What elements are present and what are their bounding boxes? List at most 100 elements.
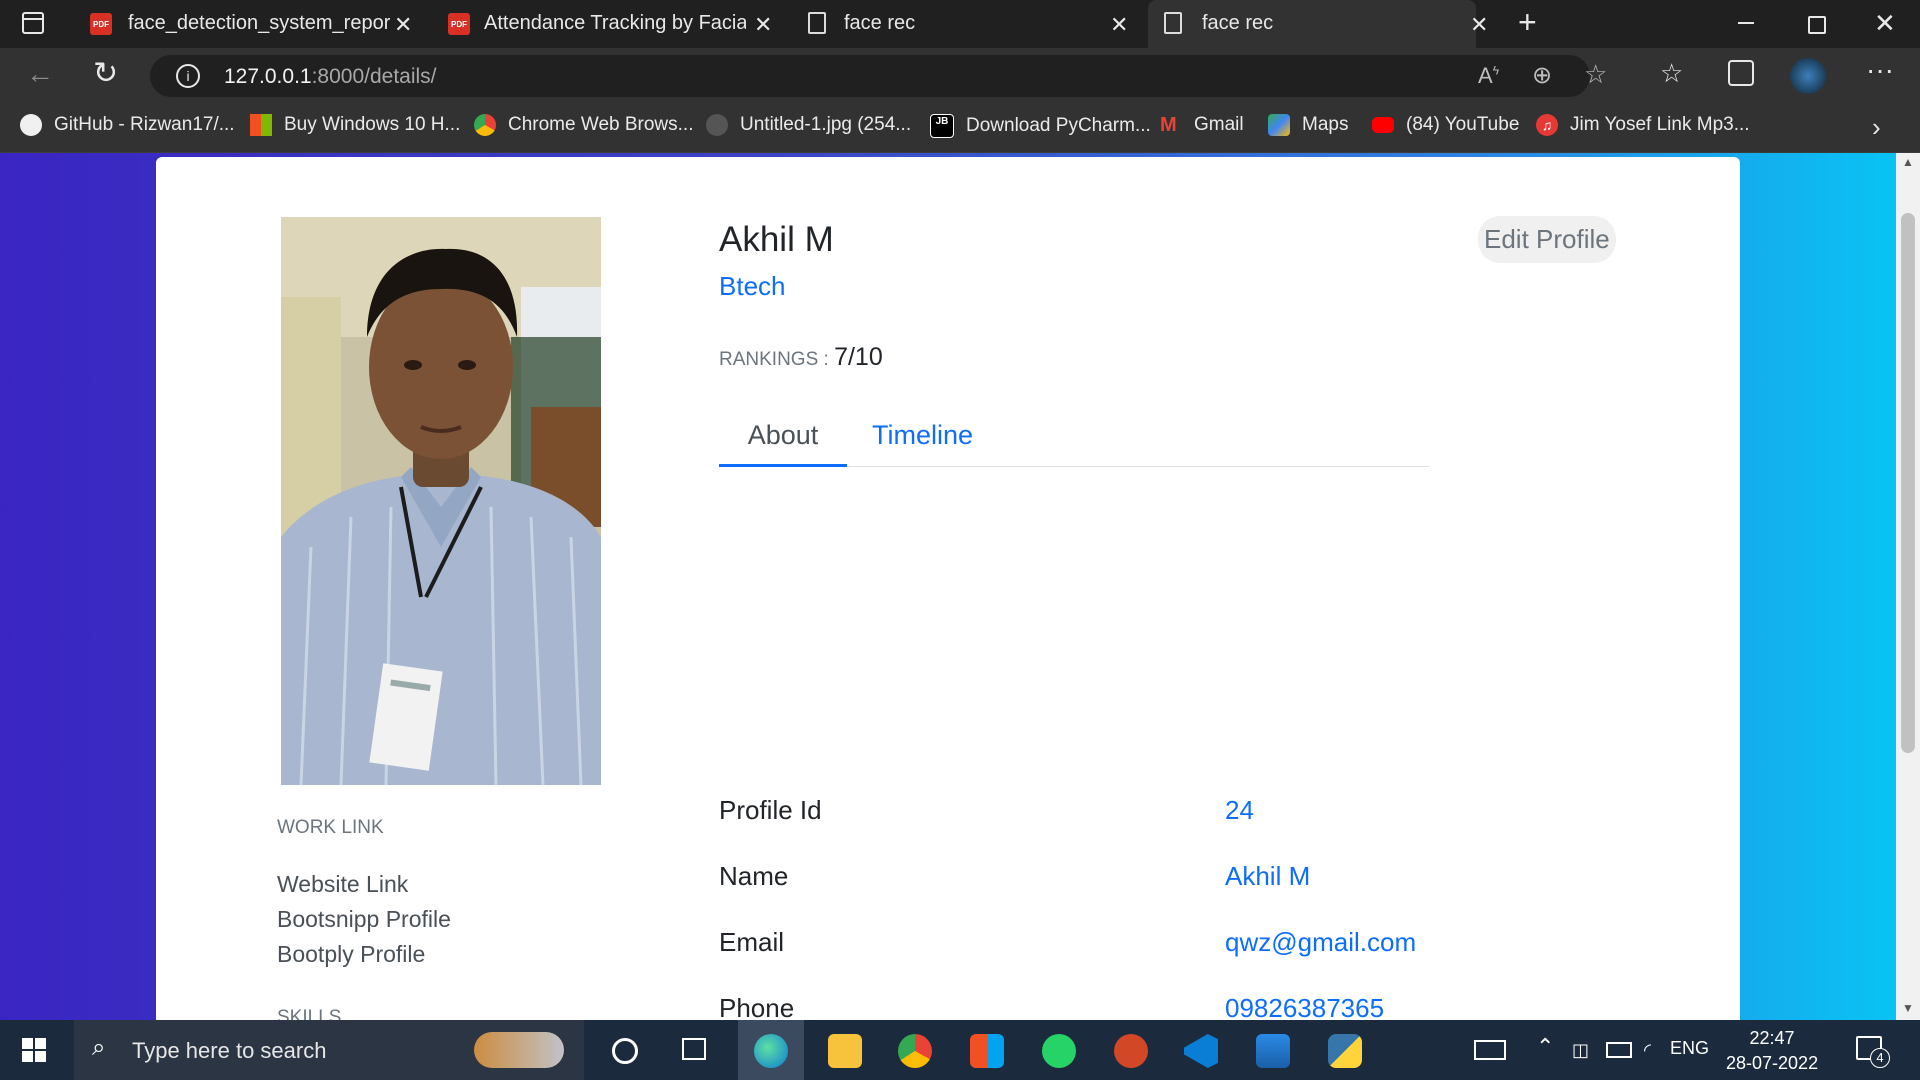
minimize-icon[interactable] <box>1738 22 1754 24</box>
chrome-icon[interactable] <box>898 1034 932 1068</box>
photos-icon[interactable] <box>1256 1034 1290 1068</box>
close-tab-icon[interactable]: ✕ <box>1110 12 1128 38</box>
collections-icon[interactable] <box>1728 60 1754 86</box>
browser-tab-active[interactable]: face rec ✕ <box>1148 0 1488 48</box>
clock[interactable]: 22:47 28-07-2022 <box>1726 1026 1818 1076</box>
bookmark-item[interactable]: (84) YouTube <box>1372 114 1519 136</box>
pdf-icon: PDF <box>90 13 112 35</box>
search-icon: ⌕ <box>92 1034 106 1061</box>
read-aloud-icon[interactable]: Aϟ <box>1478 63 1499 89</box>
page-scrollbar[interactable]: ▲ ▼ <box>1896 153 1920 1020</box>
close-tab-icon[interactable]: ✕ <box>1470 12 1488 38</box>
detail-label: Email <box>719 927 785 957</box>
language-indicator[interactable]: ENG <box>1670 1038 1709 1059</box>
jetbrains-icon: JB <box>930 114 954 138</box>
scroll-thumb[interactable] <box>1901 213 1915 753</box>
work-link-title: WORK LINK <box>277 817 384 838</box>
bookmark-item[interactable]: Chrome Web Brows... <box>474 114 693 136</box>
rankings-label: RANKINGS : <box>719 349 835 370</box>
page-background: Akhil M Btech RANKINGS : 7/10 Edit Profi… <box>0 153 1920 1020</box>
profile-name: Akhil M <box>719 220 834 259</box>
close-tab-icon[interactable]: ✕ <box>754 12 772 38</box>
back-arrow-icon[interactable]: ← <box>26 58 54 90</box>
refresh-icon[interactable]: ↻ <box>93 56 118 91</box>
chevron-right-icon[interactable]: › <box>1872 112 1881 143</box>
search-highlight-icon <box>474 1032 564 1068</box>
bookmark-item[interactable]: Maps <box>1268 114 1348 136</box>
detail-value: 09826387365 <box>1225 993 1385 1020</box>
tab-about[interactable]: About <box>719 414 847 467</box>
profile-photo <box>281 217 601 785</box>
profile-tabs: About Timeline <box>719 414 1429 467</box>
file-explorer-icon[interactable] <box>828 1034 862 1068</box>
profile-avatar[interactable] <box>1790 58 1826 94</box>
bookmark-item[interactable]: GitHub - Rizwan17/... <box>20 114 235 136</box>
profile-card: Akhil M Btech RANKINGS : 7/10 Edit Profi… <box>156 157 1740 1020</box>
scroll-up-icon[interactable]: ▲ <box>1902 155 1914 169</box>
music-icon: ♫ <box>1536 114 1558 136</box>
browser-tab[interactable]: PDF Attendance Tracking by Facial Re ✕ <box>432 0 780 48</box>
taskbar-search[interactable]: ⌕ Type here to search <box>74 1020 584 1080</box>
zoom-icon[interactable]: ⊕ <box>1532 61 1552 90</box>
document-icon <box>808 12 826 34</box>
bootply-link[interactable]: Bootply Profile <box>277 941 425 968</box>
tab-actions-icon[interactable] <box>22 12 44 34</box>
add-favorite-icon[interactable]: ☆ <box>1584 59 1607 90</box>
site-info-icon[interactable]: i <box>176 64 200 88</box>
clock-time: 22:47 <box>1749 1028 1795 1048</box>
meet-icon[interactable]: ◫ <box>1572 1040 1589 1061</box>
website-link[interactable]: Website Link <box>277 871 408 898</box>
close-window-icon[interactable]: ✕ <box>1874 8 1896 39</box>
bookmarks-bar: GitHub - Rizwan17/... Buy Windows 10 H..… <box>0 104 1920 153</box>
cortana-icon[interactable] <box>612 1038 638 1064</box>
powerpoint-icon[interactable] <box>1114 1034 1148 1068</box>
close-tab-icon[interactable]: ✕ <box>394 12 412 38</box>
chrome-icon <box>474 114 496 136</box>
vscode-icon[interactable] <box>1184 1034 1218 1068</box>
bootsnipp-link[interactable]: Bootsnipp Profile <box>277 906 451 933</box>
address-bar[interactable]: i 127.0.0.1:8000/details/ Aϟ ⊕ ☆ <box>150 55 1607 97</box>
detail-value: Akhil M <box>1225 861 1311 891</box>
bookmark-item[interactable]: Buy Windows 10 H... <box>250 114 460 136</box>
search-placeholder: Type here to search <box>132 1038 327 1063</box>
url-text[interactable]: 127.0.0.1:8000/details/ <box>224 65 437 89</box>
edge-icon[interactable] <box>754 1034 788 1068</box>
document-icon <box>1164 12 1182 34</box>
bookmark-item[interactable]: JB Download PyCharm... <box>930 114 1151 138</box>
rankings: RANKINGS : 7/10 <box>719 343 883 372</box>
clock-date: 28-07-2022 <box>1726 1053 1819 1073</box>
tab-timeline[interactable]: Timeline <box>872 414 973 456</box>
profile-degree: Btech <box>719 271 786 301</box>
taskbar: ⌕ Type here to search ⌃ ◫ ◜ ENG 22:47 28… <box>0 1020 1920 1080</box>
start-button[interactable] <box>22 1038 46 1062</box>
chevron-up-icon[interactable]: ⌃ <box>1536 1034 1554 1060</box>
restore-icon[interactable] <box>1808 16 1826 34</box>
wifi-icon[interactable]: ◜ <box>1644 1040 1651 1061</box>
gmail-icon: M <box>1160 114 1177 136</box>
new-tab-icon[interactable]: + <box>1518 4 1537 41</box>
edit-profile-button[interactable]: Edit Profile <box>1478 216 1616 263</box>
favorites-icon[interactable]: ☆ <box>1660 58 1683 89</box>
bookmark-item[interactable]: Untitled-1.jpg (254... <box>706 114 911 136</box>
scroll-down-icon[interactable]: ▼ <box>1902 1001 1914 1015</box>
detail-label: Name <box>719 861 789 891</box>
battery-icon[interactable] <box>1606 1042 1632 1058</box>
detail-label: Phone <box>719 993 795 1020</box>
browser-tab[interactable]: face rec ✕ <box>792 0 1140 48</box>
more-options-icon[interactable]: ··· <box>1866 54 1894 86</box>
maps-icon <box>1268 114 1290 136</box>
bookmark-item[interactable]: M Gmail <box>1160 114 1244 136</box>
python-icon[interactable] <box>1328 1034 1362 1068</box>
windows-logo-icon <box>250 114 272 136</box>
photopea-icon <box>706 114 728 136</box>
news-icon[interactable] <box>1474 1040 1506 1060</box>
store-icon[interactable] <box>970 1034 1004 1068</box>
rankings-value: 7/10 <box>834 343 883 371</box>
task-view-icon[interactable] <box>682 1038 706 1060</box>
skills-title: SKILLS <box>277 1007 342 1020</box>
whatsapp-icon[interactable] <box>1042 1034 1076 1068</box>
github-icon <box>20 114 42 136</box>
browser-toolbar: ← ↻ i 127.0.0.1:8000/details/ Aϟ ⊕ ☆ ☆ ·… <box>0 48 1920 104</box>
bookmark-item[interactable]: ♫ Jim Yosef Link Mp3... <box>1536 114 1750 136</box>
browser-tab[interactable]: PDF face_detection_system_report (1) ✕ <box>72 0 420 48</box>
